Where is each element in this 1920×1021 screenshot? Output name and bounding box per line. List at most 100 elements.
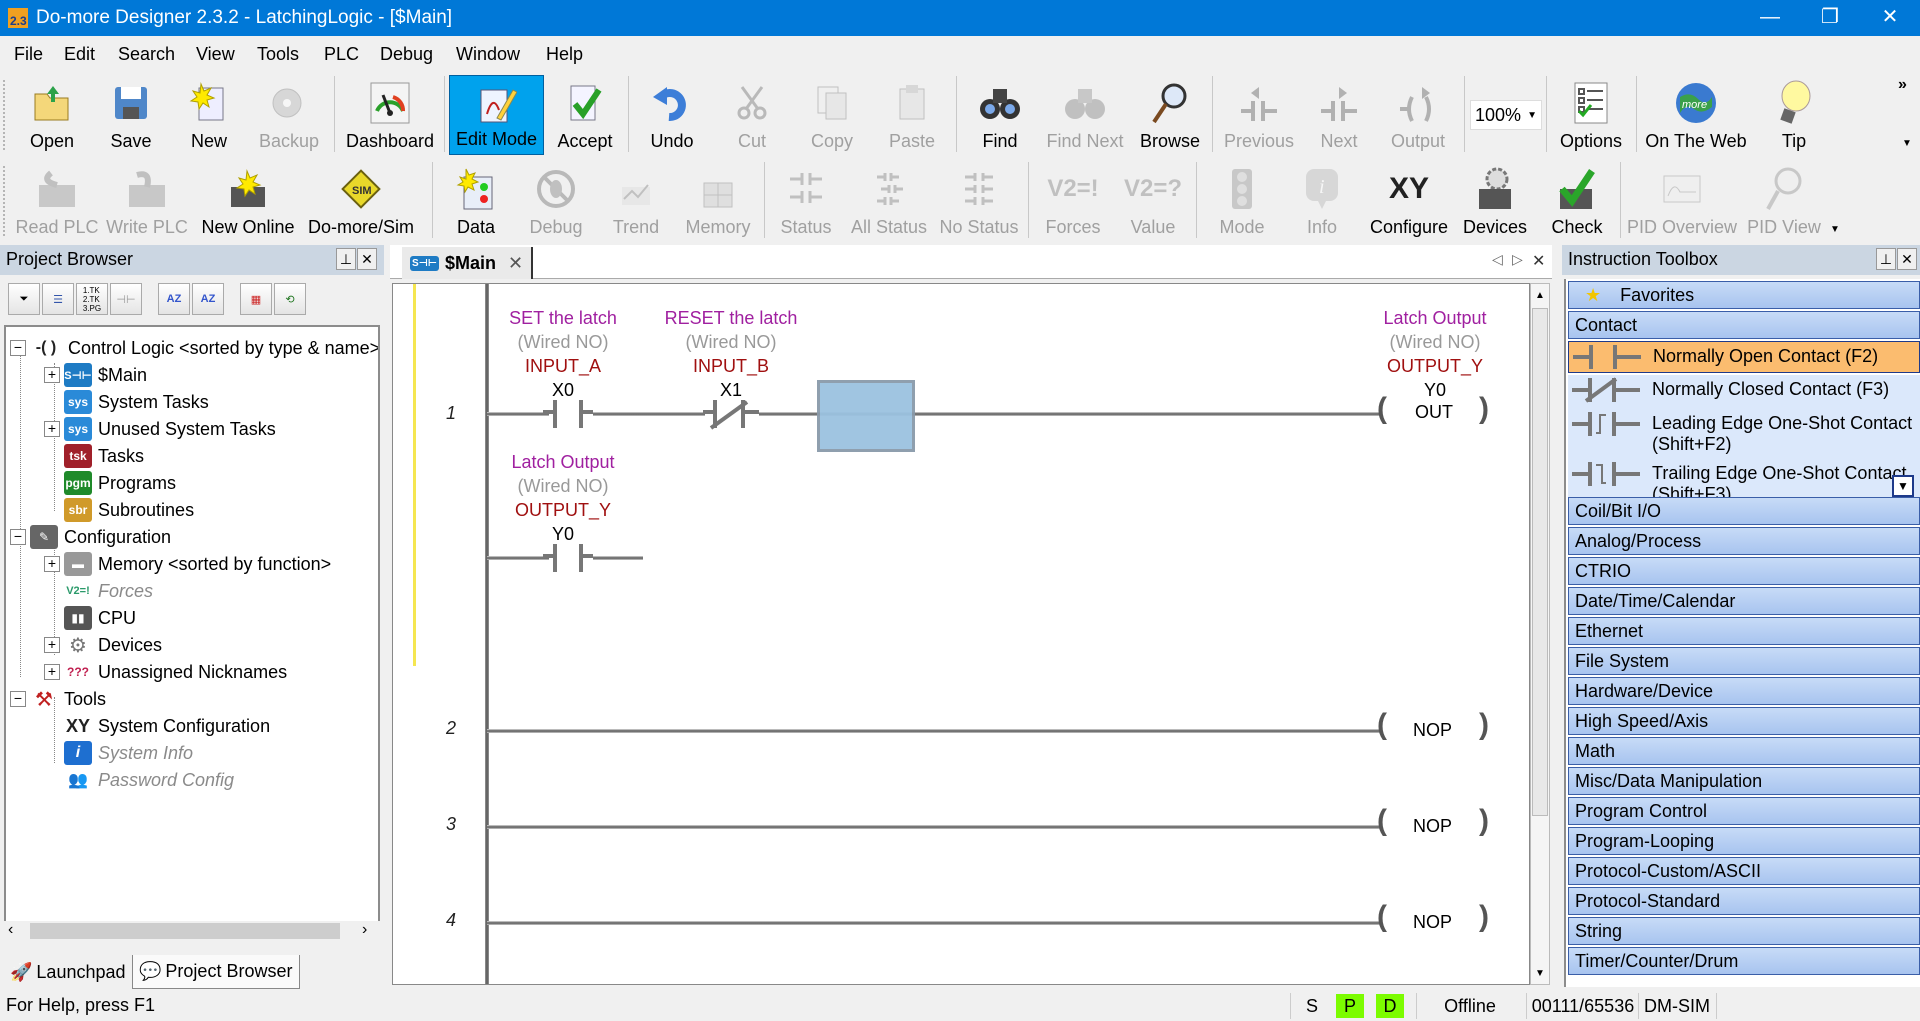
expand-toggle[interactable]: + [44, 367, 60, 383]
close-icon[interactable]: ✕ [357, 248, 377, 270]
undo-button[interactable]: Undo [632, 74, 712, 156]
new-online-button[interactable]: New Online [196, 160, 300, 242]
task-order-icon[interactable]: 1.TK 2.TK 3.PG [76, 283, 108, 315]
sort-az-icon[interactable]: AZ [158, 283, 190, 315]
scroll-down-icon[interactable]: ▼ [1535, 968, 1545, 979]
pin-icon[interactable]: ⊥ [336, 248, 356, 270]
close-button[interactable]: ✕ [1860, 0, 1920, 36]
no-status-button[interactable]: No Status [934, 160, 1024, 242]
no-contact-x0[interactable] [543, 396, 593, 432]
filter-icon[interactable]: ⏷ [8, 283, 40, 315]
tip-button[interactable]: Tip [1756, 74, 1832, 156]
category-item[interactable]: Protocol-Custom/ASCII [1568, 857, 1920, 885]
category-contact[interactable]: Contact [1568, 311, 1920, 339]
tree-item-system-tasks[interactable]: sys System Tasks [64, 389, 209, 415]
trend-button[interactable]: Trend [596, 160, 676, 242]
project-tree[interactable]: − -( ) Control Logic <sorted by type & n… [4, 325, 380, 935]
coil-instruction[interactable]: NOP [1413, 816, 1452, 837]
value-button[interactable]: V2=? Value [1114, 160, 1192, 242]
tree-item-memory[interactable]: + ▬ Memory <sorted by function> [44, 551, 331, 577]
category-favorites[interactable]: ★ Favorites [1568, 281, 1920, 309]
ladder-canvas[interactable]: 1 SET the latch (Wired NO) INPUT_A X0 RE… [392, 283, 1530, 985]
edit-cursor[interactable] [817, 380, 915, 452]
nc-contact-x1[interactable] [703, 396, 759, 432]
scroll-right-icon[interactable]: › [362, 921, 367, 939]
category-item[interactable]: Misc/Data Manipulation [1568, 767, 1920, 795]
tab-prev-icon[interactable]: ◁ [1492, 251, 1503, 268]
tab-close-icon[interactable]: ✕ [508, 253, 523, 274]
category-item[interactable]: High Speed/Axis [1568, 707, 1920, 735]
find-next-button[interactable]: Find Next [1040, 74, 1130, 156]
tree-item-main[interactable]: + S⊣⊢ $Main [44, 362, 147, 388]
category-item[interactable]: Hardware/Device [1568, 677, 1920, 705]
collapse-toggle[interactable]: − [10, 340, 26, 356]
menu-window[interactable]: Window [456, 44, 520, 65]
category-item[interactable]: Program Control [1568, 797, 1920, 825]
mode-button[interactable]: Mode [1202, 160, 1282, 242]
options-button[interactable]: Options [1550, 74, 1632, 156]
tree-item-system-configuration[interactable]: XY System Configuration [64, 713, 270, 739]
coil-instruction[interactable]: NOP [1413, 720, 1452, 741]
horizontal-scrollbar[interactable]: ‹ › [4, 921, 380, 941]
collapse-toggle[interactable]: − [10, 691, 26, 707]
menu-search[interactable]: Search [118, 44, 175, 65]
memory-button[interactable]: Memory [676, 160, 760, 242]
configure-button[interactable]: XY Configure [1364, 160, 1454, 242]
do-more-sim-button[interactable]: SIM Do-more/Sim [304, 160, 418, 242]
status-button[interactable]: Status [768, 160, 844, 242]
edit-mode-button[interactable]: Edit Mode [449, 75, 544, 155]
tab-project-browser[interactable]: 💬 Project Browser [132, 955, 300, 989]
close-icon[interactable]: ✕ [1897, 248, 1917, 270]
coil-instruction[interactable]: NOP [1413, 912, 1452, 933]
category-item[interactable]: Analog/Process [1568, 527, 1920, 555]
output-button[interactable]: Output [1376, 74, 1460, 156]
tree-item-control-logic[interactable]: − -( ) Control Logic <sorted by type & n… [10, 335, 378, 361]
category-item[interactable]: CTRIO [1568, 557, 1920, 585]
sort-az-device-icon[interactable]: AZ [192, 283, 224, 315]
minimize-button[interactable]: — [1740, 0, 1800, 36]
scrollbar-thumb[interactable] [30, 923, 340, 939]
tree-item-unused-system-tasks[interactable]: + sys Unused System Tasks [44, 416, 276, 442]
tree-item-password-config[interactable]: 👥 Password Config [64, 767, 234, 793]
browse-button[interactable]: Browse [1130, 74, 1210, 156]
expand-toggle[interactable]: + [44, 556, 60, 572]
new-task-icon[interactable]: ☰ [42, 283, 74, 315]
tree-item-forces[interactable]: V2=! Forces [64, 578, 153, 604]
write-plc-button[interactable]: Write PLC [104, 160, 190, 242]
tree-item-devices[interactable]: + ⚙ Devices [44, 632, 162, 658]
new-table-icon[interactable]: ▦ [240, 283, 272, 315]
on-the-web-button[interactable]: more On The Web [1640, 74, 1752, 156]
vertical-scrollbar[interactable]: ▲ ▼ [1530, 283, 1550, 985]
read-plc-button[interactable]: Read PLC [14, 160, 100, 242]
close-document-icon[interactable]: ✕ [1532, 251, 1545, 271]
toolbox-item-nc-contact[interactable]: Normally Closed Contact (F3) [1568, 375, 1920, 409]
menu-edit[interactable]: Edit [64, 44, 95, 65]
debug-button[interactable]: Debug [516, 160, 596, 242]
toolbar-overflow-button[interactable]: » [1898, 76, 1907, 94]
tree-item-programs[interactable]: pgm Programs [64, 470, 176, 496]
copy-button[interactable]: Copy [792, 74, 872, 156]
category-item[interactable]: Coil/Bit I/O [1568, 497, 1920, 525]
tab-launchpad[interactable]: 🚀 Launchpad [4, 955, 132, 989]
expand-toggle[interactable]: + [44, 421, 60, 437]
coil-instruction[interactable]: OUT [1415, 402, 1453, 423]
backup-button[interactable]: Backup [248, 74, 330, 156]
tree-item-unassigned-nicknames[interactable]: + ??? Unassigned Nicknames [44, 659, 287, 685]
expand-toggle[interactable]: + [44, 637, 60, 653]
previous-button[interactable]: Previous [1216, 74, 1302, 156]
scroll-down-icon[interactable]: ▼ [1892, 475, 1914, 497]
menu-tools[interactable]: Tools [257, 44, 299, 65]
tree-item-system-info[interactable]: i System Info [64, 740, 193, 766]
scrollbar-thumb[interactable] [1532, 308, 1548, 816]
category-item[interactable]: Timer/Counter/Drum [1568, 947, 1920, 975]
menu-debug[interactable]: Debug [380, 44, 433, 65]
tree-item-tasks[interactable]: tsk Tasks [64, 443, 144, 469]
devices-button[interactable]: Devices [1454, 160, 1536, 242]
tab-main[interactable]: S⊣⊢ $Main ✕ [402, 247, 534, 279]
category-item[interactable]: String [1568, 917, 1920, 945]
chevron-down-icon[interactable]: ▼ [1830, 224, 1840, 235]
chevron-down-icon[interactable]: ▼ [1902, 138, 1912, 149]
menu-file[interactable]: File [14, 44, 43, 65]
info-button[interactable]: i Info [1282, 160, 1362, 242]
category-item[interactable]: Math [1568, 737, 1920, 765]
